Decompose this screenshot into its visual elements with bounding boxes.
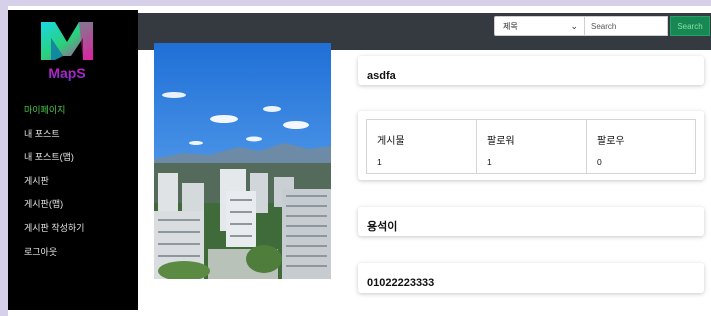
maps-logo[interactable]: MapS [35, 18, 99, 84]
phone-text: 01022223333 [367, 277, 435, 289]
username-text: asdfa [367, 70, 396, 82]
profile-photo [154, 43, 331, 279]
stat-followers: 팔로워 1 [477, 120, 587, 173]
stat-label: 팔로워 [487, 136, 515, 147]
phone-card: 01022223333 [358, 263, 704, 293]
sidebar-nav: 마이페이지 내 포스트 내 포스트(맵) 게시판 게시판(맵) 게시판 작성하기… [24, 104, 84, 269]
stat-value: 1 [377, 157, 382, 167]
sidebar-item-write-post[interactable]: 게시판 작성하기 [24, 222, 84, 234]
search-button[interactable]: Search [670, 16, 710, 36]
stat-posts: 게시물 1 [367, 120, 477, 173]
sidebar: MapS 마이페이지 내 포스트 내 포스트(맵) 게시판 게시판(맵) 게시판… [8, 10, 138, 310]
username-card: asdfa [358, 56, 704, 85]
stat-label: 게시물 [377, 136, 405, 147]
stats-card: 게시물 1 팔로워 1 팔로우 0 [358, 111, 704, 180]
stat-following: 팔로우 0 [587, 120, 697, 173]
sidebar-item-board[interactable]: 게시판 [24, 175, 84, 187]
sidebar-item-mypage[interactable]: 마이페이지 [24, 104, 84, 116]
nickname-card: 용석이 [358, 207, 704, 236]
sidebar-item-board-map[interactable]: 게시판(맵) [24, 198, 84, 210]
search-field-select-value: 제목 [503, 21, 518, 31]
search-input[interactable] [585, 16, 668, 36]
brand-name: MapS [48, 65, 85, 81]
search-field-select[interactable]: 제목 ⌄ [494, 16, 585, 36]
sidebar-item-my-posts-map[interactable]: 내 포스트(맵) [24, 151, 84, 163]
stat-value: 1 [487, 157, 492, 167]
search-form: 제목 ⌄ Search [494, 16, 710, 36]
stats-table: 게시물 1 팔로워 1 팔로우 0 [366, 119, 696, 174]
stat-label: 팔로우 [597, 136, 625, 147]
chevron-down-icon: ⌄ [570, 20, 578, 31]
stat-value: 0 [597, 157, 602, 167]
sidebar-item-my-posts[interactable]: 내 포스트 [24, 128, 84, 140]
nickname-text: 용석이 [367, 221, 398, 233]
sidebar-item-logout[interactable]: 로그아웃 [24, 246, 84, 258]
